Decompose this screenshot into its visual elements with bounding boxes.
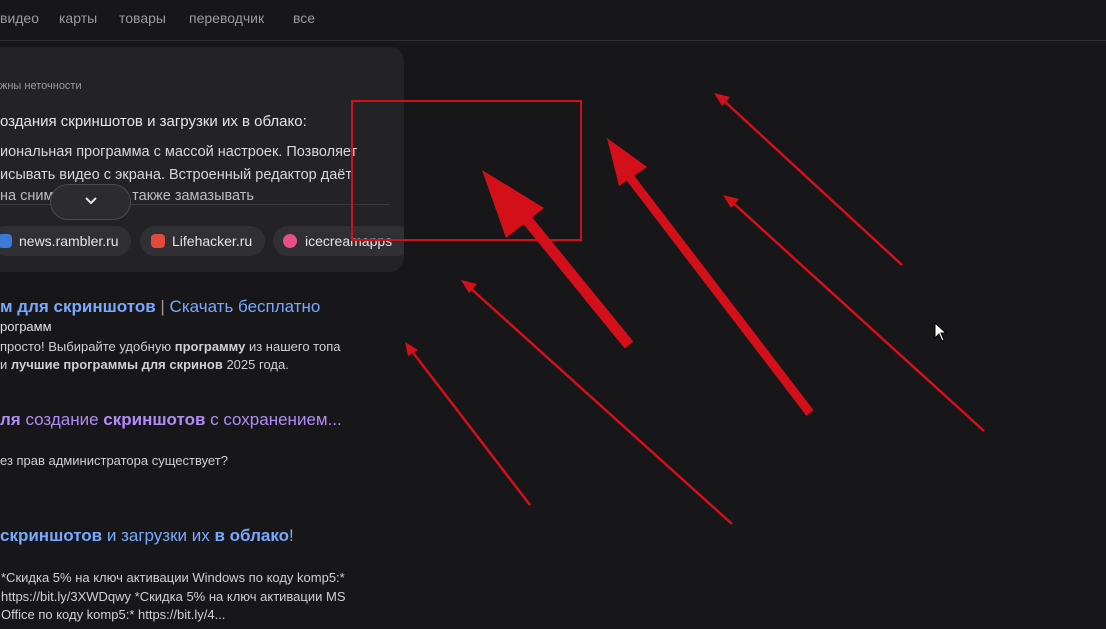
- arrow-head-icon: [405, 342, 418, 356]
- arrow-shaft: [510, 201, 634, 349]
- arrow-line: [410, 349, 531, 506]
- arrow-shaft: [624, 172, 814, 416]
- annotation-overlay: [351, 93, 985, 525]
- arrow-line: [730, 200, 985, 432]
- arrow-line: [467, 285, 733, 525]
- arrow-line: [721, 98, 903, 266]
- mouse-pointer-icon: [934, 322, 948, 342]
- arrow-head-icon: [607, 138, 647, 186]
- highlight-rectangle: [351, 100, 582, 241]
